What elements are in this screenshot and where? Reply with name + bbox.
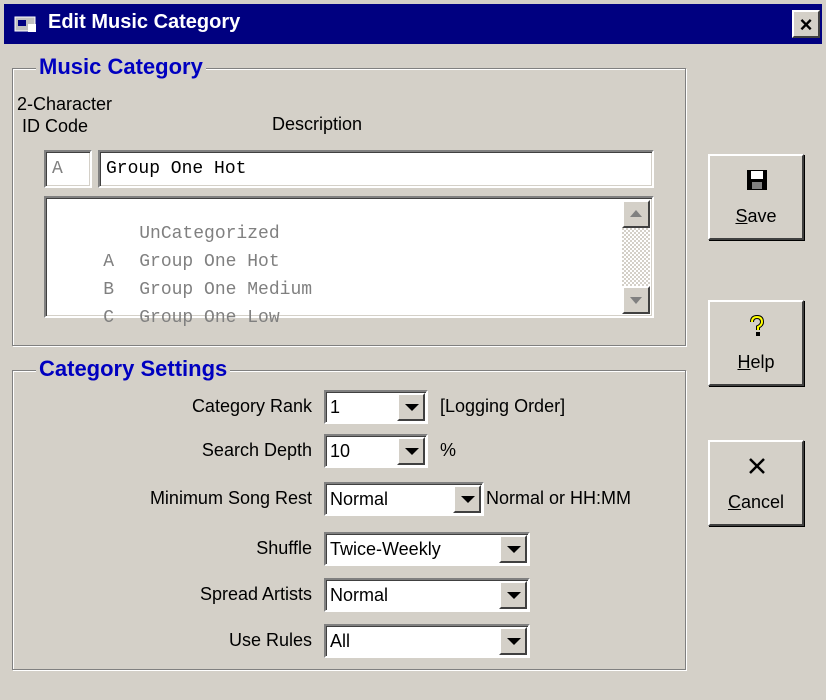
search-depth-select[interactable]: 10: [324, 434, 428, 468]
category-rank-label: Category Rank: [191, 396, 312, 416]
search-depth-suffix: %: [440, 440, 457, 460]
minimum-song-rest-suffix: Normal or HH:MM: [486, 488, 632, 508]
spread-artists-value: Normal: [330, 585, 389, 605]
list-item[interactable]: C Group One Low: [60, 288, 280, 348]
shuffle-value: Twice-Weekly: [330, 539, 441, 559]
category-list[interactable]: UnCategorized A Group One Hot B Group One …: [44, 196, 654, 328]
scrollbar-track[interactable]: [622, 228, 650, 286]
shuffle-select[interactable]: Twice-Weekly: [324, 532, 530, 566]
scroll-up-button[interactable]: [622, 200, 650, 228]
description-header: Description: [272, 114, 363, 134]
cancel-accel: C: [727, 492, 741, 512]
search-depth-label: Search Depth: [201, 440, 312, 460]
category-rank-value: 1: [330, 397, 341, 417]
id-code-value: A: [52, 159, 63, 179]
save-rest: ave: [747, 206, 777, 226]
help-button[interactable]: Help: [708, 300, 804, 386]
save-label: Save: [710, 206, 802, 227]
floppy-disk-icon: [747, 170, 767, 190]
app-icon: [14, 16, 36, 32]
shuffle-label: Shuffle: [256, 538, 312, 558]
arrow-up-icon: [630, 210, 642, 217]
description-field[interactable]: Group One Hot: [98, 150, 654, 188]
id-code-header-line2: ID Code: [22, 116, 89, 136]
chevron-down-icon[interactable]: [499, 627, 527, 655]
category-settings-legend: Category Settings: [36, 356, 231, 382]
spread-artists-select[interactable]: Normal: [324, 578, 530, 612]
use-rules-value: All: [330, 631, 351, 651]
minimum-song-rest-value: Normal: [330, 489, 389, 509]
cancel-label: Cancel: [710, 492, 802, 513]
id-code-header-line1: 2-Character: [17, 94, 113, 114]
list-item-name: Group One Low: [139, 308, 280, 328]
description-value: Group One Hot: [106, 159, 247, 179]
window-title: Edit Music Category: [48, 11, 241, 33]
category-rank-suffix: [Logging Order]: [440, 396, 566, 416]
x-icon: [749, 458, 765, 474]
list-item-code: C: [103, 308, 115, 328]
question-mark-icon: [750, 314, 765, 336]
use-rules-select[interactable]: All: [324, 624, 530, 658]
spread-artists-label: Spread Artists: [199, 584, 312, 604]
minimum-song-rest-label: Minimum Song Rest: [149, 488, 312, 508]
help-rest: elp: [750, 352, 775, 372]
chevron-down-icon[interactable]: [397, 437, 425, 465]
arrow-down-icon: [630, 297, 642, 304]
chevron-down-icon[interactable]: [499, 535, 527, 563]
help-accel: H: [737, 352, 751, 372]
search-depth-value: 10: [330, 441, 351, 461]
id-code-field[interactable]: A: [44, 150, 92, 188]
use-rules-label: Use Rules: [228, 630, 312, 650]
help-label: Help: [710, 352, 802, 373]
scroll-down-button[interactable]: [622, 286, 650, 314]
save-button[interactable]: Save: [708, 154, 804, 240]
chevron-down-icon[interactable]: [453, 485, 481, 513]
minimum-song-rest-select[interactable]: Normal: [324, 482, 484, 516]
save-accel: S: [735, 206, 748, 226]
chevron-down-icon[interactable]: [499, 581, 527, 609]
cancel-rest: ancel: [740, 492, 785, 512]
cancel-button[interactable]: Cancel: [708, 440, 804, 526]
music-category-legend: Music Category: [36, 54, 206, 80]
chevron-down-icon[interactable]: [397, 393, 425, 421]
title-bar[interactable]: Edit Music Category ×: [4, 4, 822, 44]
category-rank-select[interactable]: 1: [324, 390, 428, 424]
close-button[interactable]: ×: [792, 10, 820, 38]
